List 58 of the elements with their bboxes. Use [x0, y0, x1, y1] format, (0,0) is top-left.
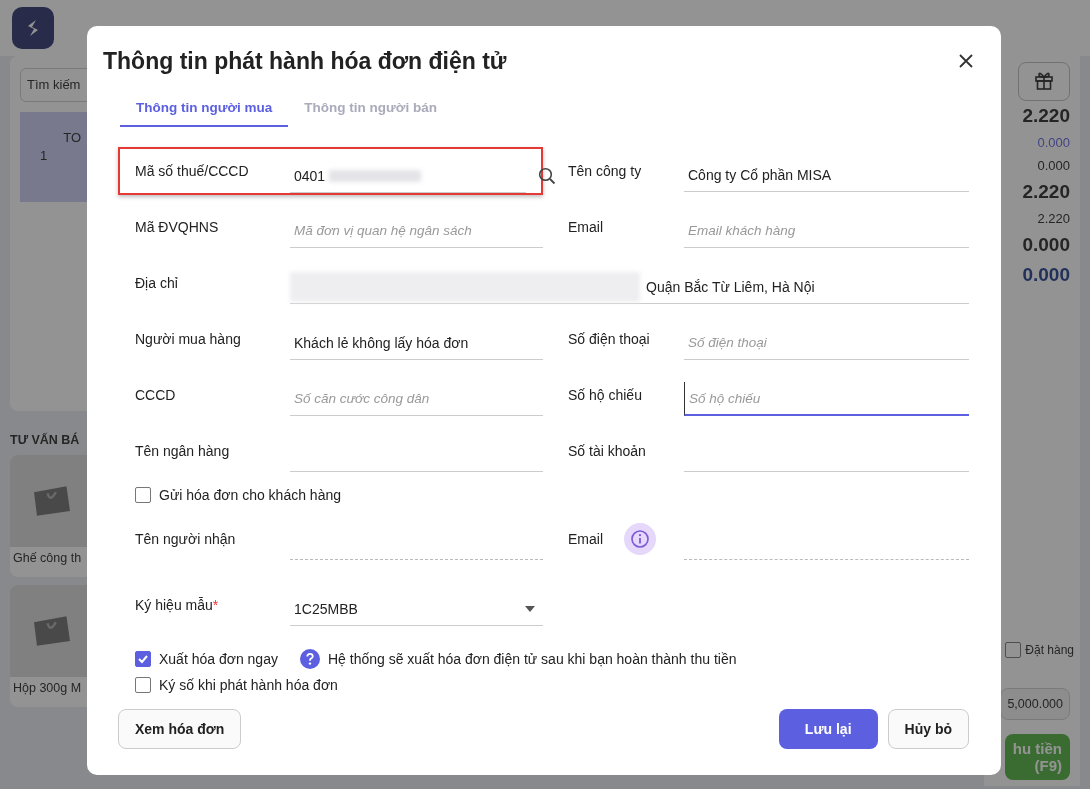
field-label: Mã số thuế/CCCD — [135, 163, 250, 179]
dialog-button[interactable]: Hủy bỏ — [887, 709, 969, 749]
total-amount: 2.220 — [1037, 211, 1070, 226]
checkbox-label: Xuất hóa đơn ngay — [159, 651, 278, 667]
checkbox-label: Gửi hóa đơn cho khách hàng — [159, 487, 341, 503]
product-name: Hộp 300g M — [12, 680, 83, 697]
input-field[interactable]: Quận Bắc Từ Liêm, Hà Nội — [290, 270, 969, 304]
amount-field[interactable]: 5,000.000 — [1000, 688, 1070, 720]
column-label: TO — [63, 130, 82, 145]
input-field[interactable]: Công ty Cổ phần MISA — [684, 158, 969, 192]
checkbox-label: Ký số khi phát hành hóa đơn — [159, 677, 338, 693]
checkbox[interactable] — [135, 677, 151, 693]
total-amount: 2.220 — [1022, 181, 1070, 203]
field-label: Email — [568, 219, 604, 235]
bag-icon — [34, 486, 70, 516]
close-icon[interactable] — [959, 54, 973, 68]
app-logo-icon[interactable] — [12, 7, 54, 49]
input-field[interactable]: Số điện thoại — [684, 326, 969, 360]
row-index: 1 — [40, 148, 48, 163]
checkbox[interactable] — [135, 487, 151, 503]
gift-icon[interactable] — [1018, 62, 1070, 101]
input-field[interactable]: Khách lẻ không lấy hóa đơn — [290, 326, 543, 360]
field-label: Địa chỉ — [135, 275, 179, 291]
checkbox[interactable] — [1005, 642, 1022, 658]
template-dropdown[interactable]: 1C25MBB — [290, 592, 543, 626]
input-field[interactable]: Mã đơn vị quan hệ ngân sách — [290, 214, 543, 248]
checkbox[interactable] — [135, 651, 151, 667]
bag-icon — [34, 616, 70, 646]
total-amount: 0.000 — [1037, 135, 1070, 150]
total-amount: 0.000 — [1022, 234, 1070, 256]
tab[interactable]: Thông tin người mua — [120, 96, 289, 127]
hint-text: Hệ thống sẽ xuất hóa đơn điện tử sau khi bạn hoàn thành thu tiền — [327, 651, 737, 667]
dialog-title: Thông tin phát hành hóa đơn điện tử — [103, 47, 507, 75]
total-amount: 0.000 — [1037, 158, 1070, 173]
total-amount: 0.000 — [1022, 264, 1070, 286]
input-field[interactable]: Email khách hàng — [684, 214, 969, 248]
field-label: Mã ĐVQHNS — [135, 219, 220, 235]
section-title: TƯ VẤN BÁ — [10, 433, 81, 447]
field-label: Số điện thoại — [568, 331, 651, 347]
field-label: Email — [568, 531, 604, 547]
save-button[interactable]: Lưu lại — [778, 709, 878, 749]
field-label: Số tài khoản — [568, 443, 647, 459]
required-mark: * — [212, 597, 219, 613]
search-icon[interactable] — [538, 166, 556, 185]
field-label: Tên công ty — [568, 163, 643, 179]
help-icon[interactable] — [299, 649, 320, 669]
total-amount: 2.220 — [1022, 105, 1070, 127]
input-field[interactable]: 0401 — [290, 159, 526, 193]
product-name: Ghế công th — [12, 550, 83, 567]
info-icon[interactable] — [624, 523, 656, 555]
checkbox-label: Đặt hàng — [1025, 643, 1074, 657]
field-label: Số hộ chiếu — [568, 387, 643, 403]
field-label: Người mua hàng — [135, 331, 242, 347]
input-field[interactable]: Số căn cước công dân — [290, 382, 543, 416]
caret-icon — [525, 605, 535, 612]
dialog-button[interactable]: Xem hóa đơn — [118, 709, 242, 749]
field-label: CCCD — [135, 387, 177, 403]
input-field[interactable]: Số hộ chiếu — [684, 382, 969, 416]
